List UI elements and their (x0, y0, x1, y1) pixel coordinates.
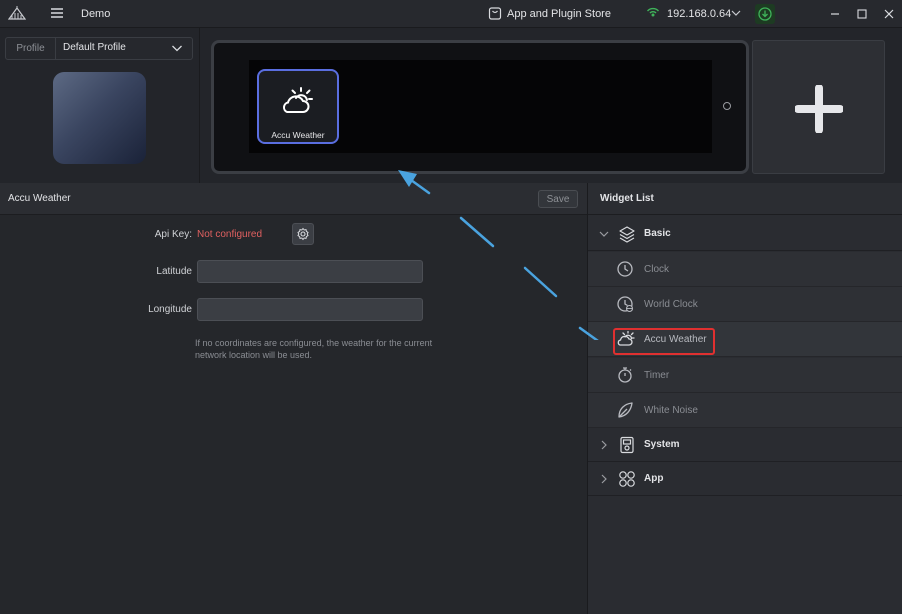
widget-item-clock[interactable]: Clock (588, 252, 902, 287)
close-button[interactable] (879, 4, 899, 24)
latitude-label: Latitude (156, 266, 192, 277)
weather-icon (279, 85, 317, 117)
add-page-button[interactable] (752, 40, 885, 174)
layers-icon (618, 225, 636, 243)
widget-item-timer[interactable]: Timer (588, 358, 902, 393)
device-button-indicator (723, 102, 731, 110)
profile-label: Profile (6, 38, 56, 59)
widget-item-white-noise[interactable]: White Noise (588, 393, 902, 428)
chevron-down-icon (598, 228, 610, 240)
coordinates-hint: If no coordinates are configured, the we… (195, 338, 433, 360)
save-button[interactable]: Save (538, 190, 578, 208)
widget-list-title: Widget List (600, 193, 654, 204)
selection-highlight (613, 328, 715, 355)
app-grid-icon (618, 470, 636, 488)
category-basic[interactable]: Basic (588, 217, 902, 251)
widget-settings-panel (0, 183, 587, 614)
download-icon (758, 7, 772, 21)
chevron-down-icon (171, 44, 183, 53)
title-bar: Demo App and Plugin Store 192.168.0.64 (0, 0, 902, 28)
vertical-divider (199, 28, 200, 183)
leaf-icon (616, 401, 634, 419)
device-widget-accu-weather[interactable]: Accu Weather (257, 69, 339, 144)
widget-item-label: World Clock (644, 299, 698, 310)
api-key-settings-button[interactable] (292, 223, 314, 245)
ip-address[interactable]: 192.168.0.64 (667, 8, 731, 20)
close-icon (884, 9, 894, 19)
system-device-icon (618, 436, 636, 454)
widget-item-label: Timer (644, 370, 670, 381)
settings-title: Accu Weather (8, 193, 71, 204)
category-label: App (644, 473, 664, 484)
widget-item-label: White Noise (644, 405, 698, 416)
clock-icon (616, 260, 634, 278)
wifi-signal-icon (645, 5, 661, 21)
category-label: System (644, 439, 680, 450)
hamburger-menu-icon[interactable] (50, 6, 64, 20)
api-key-status: Not configured (197, 229, 263, 240)
widget-item-world-clock[interactable]: World Clock (588, 287, 902, 322)
widget-list-header: Widget List (588, 183, 902, 215)
widget-item-label: Clock (644, 264, 670, 275)
minimize-button[interactable] (825, 4, 845, 24)
maximize-icon (857, 9, 867, 19)
app-logo-icon (8, 5, 26, 21)
longitude-label: Longitude (148, 304, 192, 315)
api-key-label: Api Key: (154, 229, 192, 240)
latitude-input[interactable] (197, 260, 423, 283)
settings-header: Accu Weather (0, 183, 587, 215)
chevron-down-icon[interactable] (731, 9, 741, 17)
maximize-button[interactable] (852, 4, 872, 24)
chevron-right-icon (598, 439, 610, 451)
chevron-right-icon (598, 473, 610, 485)
profile-selected-value: Default Profile (63, 42, 126, 53)
app-name: Demo (81, 8, 111, 20)
device-widget-label: Accu Weather (271, 130, 325, 140)
timer-icon (616, 366, 634, 384)
longitude-input[interactable] (197, 298, 423, 321)
download-update-button[interactable] (755, 4, 775, 24)
category-app[interactable]: App (588, 462, 902, 496)
profile-selector[interactable]: Profile Default Profile (5, 37, 193, 60)
category-system[interactable]: System (588, 428, 902, 462)
store-link[interactable]: App and Plugin Store (507, 8, 611, 20)
store-icon[interactable] (488, 6, 502, 20)
plus-icon (795, 85, 843, 133)
category-label: Basic (644, 228, 671, 239)
gear-icon (297, 227, 309, 241)
world-clock-icon (616, 295, 634, 313)
profile-avatar[interactable] (53, 72, 146, 164)
minimize-icon (831, 13, 839, 15)
